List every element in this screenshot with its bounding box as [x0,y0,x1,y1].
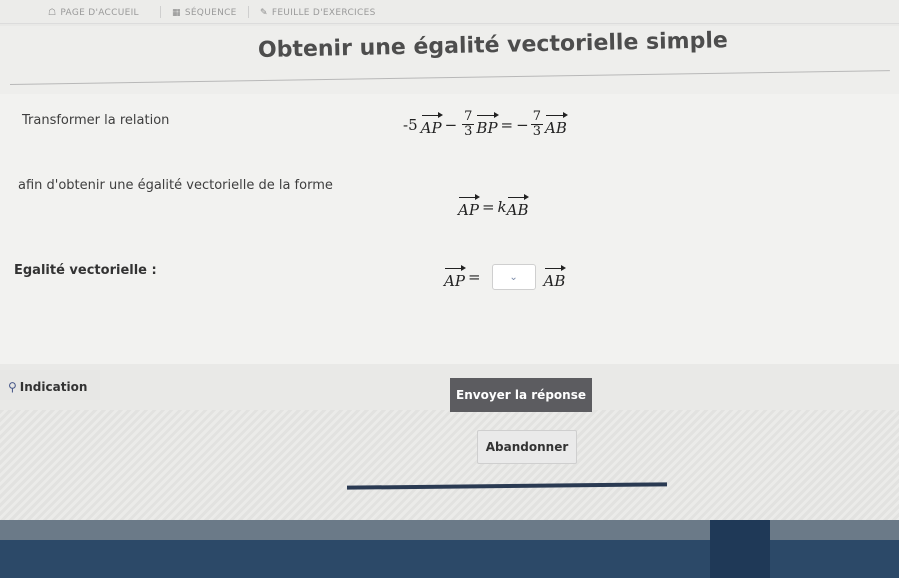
list-icon: ▦ [172,8,181,18]
lightbulb-icon: ⚲ [8,380,17,394]
instruction-transform: Transformer la relation [22,113,170,128]
operator: − [516,115,529,134]
instruction-goal: afin d'obtenir une égalité vectorielle d… [18,178,333,193]
home-icon: ☖ [48,8,57,18]
nav-home-link[interactable]: ☖ PAGE D'ACCUEIL [48,8,139,18]
coefficient: -5 [403,115,418,134]
vector-ap: AP [444,264,466,290]
nav-sequence-link[interactable]: ▦ SÉQUENCE [172,8,237,18]
nav-divider [248,6,249,18]
fraction-denominator: 3 [464,124,473,139]
chevron-down-icon: ⌄ [509,271,518,283]
fraction-numerator: 7 [462,109,475,125]
title-underline [9,70,890,85]
coefficient-select[interactable]: ⌄ [491,264,536,290]
answer-label: Egalité vectorielle : [14,263,157,278]
vector-ab: AB [507,194,530,219]
nav-home-label: PAGE D'ACCUEIL [60,8,139,18]
equals-sign: = [481,197,495,216]
vector-ab: AB [545,112,568,137]
scalar-k: k [497,197,507,216]
page-title: Obtenir une égalité vectorielle simple [257,28,729,63]
answer-equation: AP = ⌄ AB [444,264,567,290]
top-navigation: ☖ PAGE D'ACCUEIL ▦ SÉQUENCE ✎ FEUILLE D'… [0,0,899,24]
nav-sheet-link[interactable]: ✎ FEUILLE D'EXERCICES [260,8,376,18]
lower-background [0,410,899,520]
vector-ap: AP [421,112,443,137]
vector-bp: BP [476,112,499,137]
fraction: 7 3 [530,109,543,139]
abandon-button[interactable]: Abandonner [477,430,577,464]
submit-button[interactable]: Envoyer la réponse [450,378,592,412]
hint-button[interactable]: ⚲ Indication [8,380,87,394]
vector-ab: AB [544,264,567,290]
nav-sheet-label: FEUILLE D'EXERCICES [271,8,376,18]
equals-sign: = [500,115,514,134]
relation-equation: -5 AP − 7 3 BP = − 7 3 AB [400,109,568,139]
footer-wedge [710,520,770,578]
operator: − [444,115,458,134]
vector-ap: AP [458,194,480,219]
fraction-denominator: 3 [532,124,541,139]
edit-icon: ✎ [260,8,268,18]
fraction-numerator: 7 [530,109,543,125]
target-form-equation: AP = k AB [458,194,530,219]
nav-divider [160,6,161,18]
fraction: 7 3 [462,109,475,139]
equals-sign: = [467,268,481,286]
nav-sequence-label: SÉQUENCE [184,8,237,18]
hint-label: Indication [19,380,88,394]
